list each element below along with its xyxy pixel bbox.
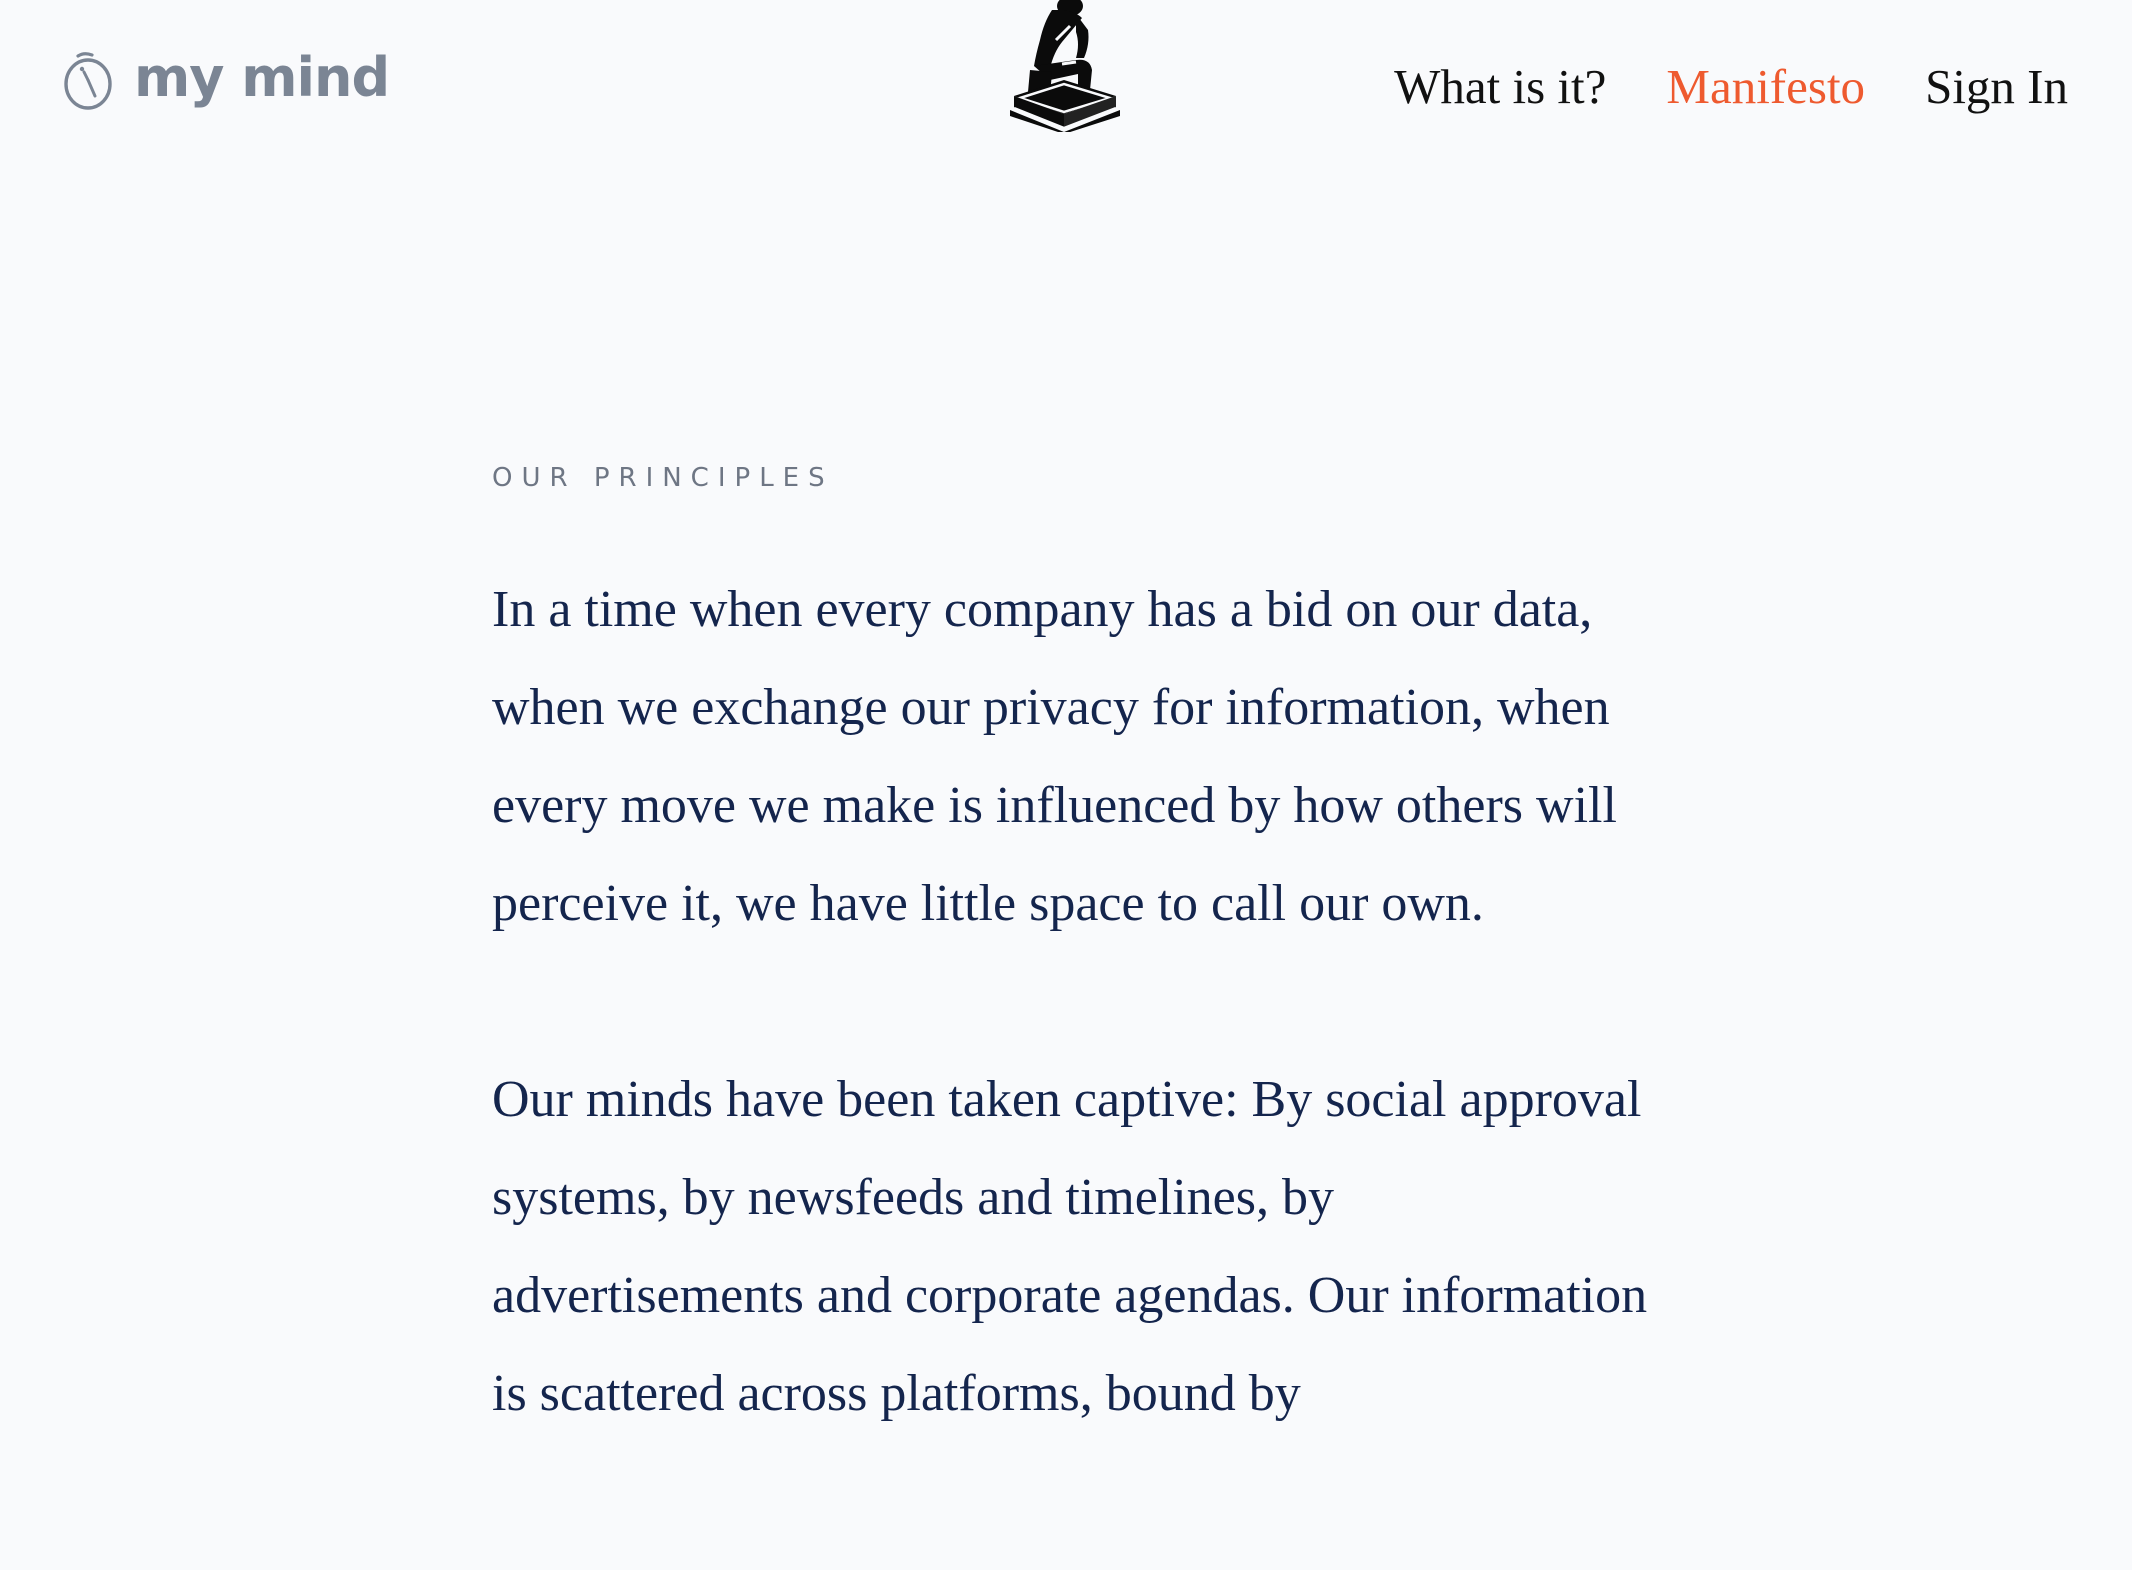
thinker-statue-icon: [1010, 0, 1120, 132]
nav-what-is-it[interactable]: What is it?: [1394, 58, 1606, 117]
logo-clock-icon: [64, 52, 112, 110]
site-header: my mind What is it? Manifesto Sign In: [0, 0, 2132, 160]
manifesto-paragraph-1: In a time when every company has a bid o…: [492, 581, 1617, 932]
nav-manifesto[interactable]: Manifesto: [1666, 58, 1865, 117]
manifesto-paragraph-2: Our minds have been taken captive: By so…: [492, 1071, 1648, 1422]
logo-text: my mind: [134, 46, 390, 109]
manifesto-content: OUR PRINCIPLES In a time when every comp…: [492, 465, 1652, 1541]
nav-sign-in[interactable]: Sign In: [1925, 58, 2068, 117]
main-nav: What is it? Manifesto Sign In: [1334, 58, 2068, 117]
logo-link[interactable]: my mind: [62, 46, 390, 114]
section-kicker: OUR PRINCIPLES: [492, 463, 834, 493]
